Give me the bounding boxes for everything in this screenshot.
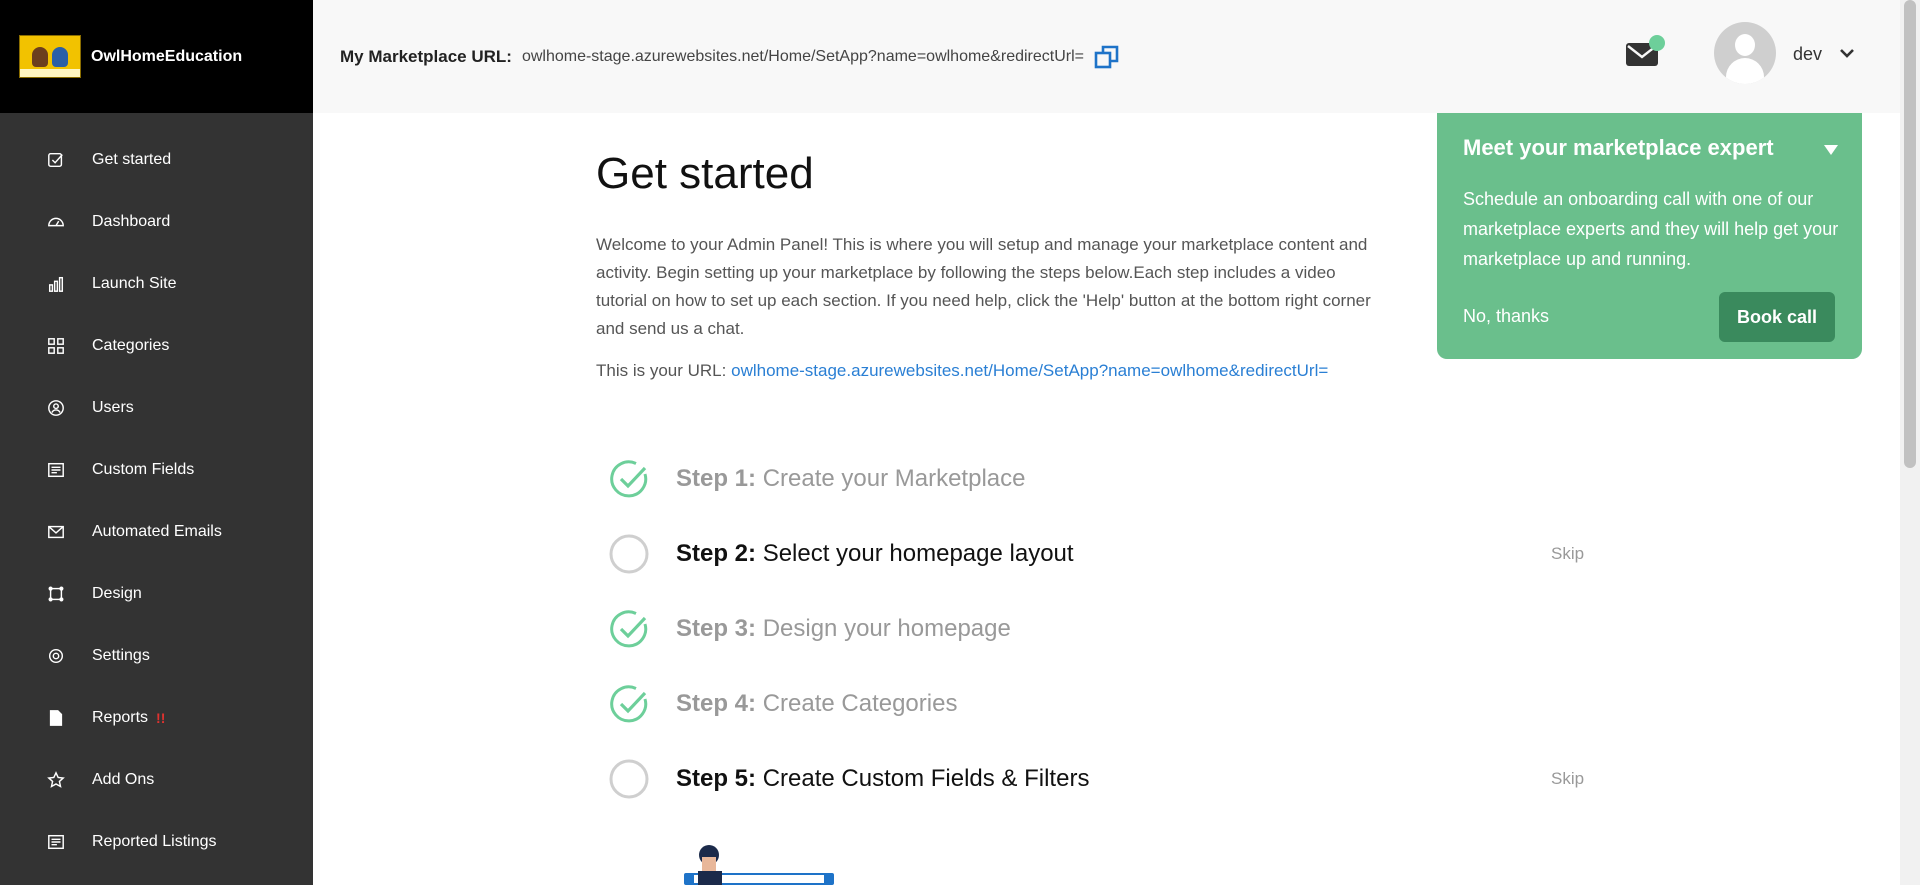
brand-name: OwlHomeEducation bbox=[91, 47, 243, 65]
your-url-line: This is your URL: owlhome-stage.azureweb… bbox=[596, 361, 1328, 381]
expert-card-text: Schedule an onboarding call with one of … bbox=[1463, 189, 1839, 269]
steps-list: Step 1: Create your Marketplace Step 2: … bbox=[608, 441, 1598, 816]
sidebar-item-reports[interactable]: Reports !! bbox=[0, 687, 313, 749]
sidebar-item-dashboard[interactable]: Dashboard bbox=[0, 191, 313, 253]
document-icon bbox=[46, 708, 66, 728]
sidebar-item-label: Get started bbox=[92, 151, 172, 168]
grid-icon bbox=[46, 336, 66, 356]
sidebar-item-custom-fields[interactable]: Custom Fields bbox=[0, 439, 313, 501]
alert-badge: !! bbox=[156, 710, 166, 726]
step-label: Step 3: Design your homepage bbox=[676, 614, 1011, 642]
sidebar-item-label: Settings bbox=[92, 647, 150, 664]
onboarding-illustration bbox=[680, 843, 840, 885]
scrollbar-thumb[interactable] bbox=[1904, 0, 1916, 468]
sidebar-item-label: Custom Fields bbox=[92, 461, 195, 478]
star-icon bbox=[46, 770, 66, 790]
sidebar-item-label: Users bbox=[92, 399, 134, 416]
form-icon bbox=[46, 832, 66, 852]
sidebar-item-label: Reported Listings bbox=[92, 833, 217, 850]
avatar[interactable] bbox=[1714, 22, 1776, 84]
notification-dot bbox=[1649, 35, 1665, 51]
sidebar-item-label: Reports bbox=[92, 709, 149, 726]
sidebar-item-users[interactable]: Users bbox=[0, 377, 313, 439]
step-1[interactable]: Step 1: Create your Marketplace bbox=[608, 441, 1598, 516]
check-circle-icon bbox=[608, 458, 650, 500]
brand[interactable]: OwlHomeEducation bbox=[0, 0, 313, 113]
intro-text: Welcome to your Admin Panel! This is whe… bbox=[596, 235, 1371, 338]
crop-icon bbox=[46, 584, 66, 604]
no-thanks-button[interactable]: No, thanks bbox=[1463, 306, 1549, 327]
sidebar: OwlHomeEducation Get started Dashboard L… bbox=[0, 0, 313, 885]
your-url-prefix: This is your URL: bbox=[596, 361, 727, 380]
step-label: Step 1: Create your Marketplace bbox=[676, 464, 1026, 492]
sidebar-item-label: Launch Site bbox=[92, 275, 177, 292]
sidebar-item-reported-listings[interactable]: Reported Listings bbox=[0, 811, 313, 873]
sidebar-item-settings[interactable]: Settings bbox=[0, 625, 313, 687]
sidebar-item-add-ons[interactable]: Add Ons bbox=[0, 749, 313, 811]
marketplace-url-label: My Marketplace URL: bbox=[340, 46, 512, 66]
check-circle-icon bbox=[608, 683, 650, 725]
step-label: Step 5: Create Custom Fields & Filters bbox=[676, 764, 1090, 792]
envelope-icon bbox=[46, 522, 66, 542]
step-5[interactable]: Step 5: Create Custom Fields & Filters S… bbox=[608, 741, 1598, 816]
top-bar: My Marketplace URL: owlhome-stage.azurew… bbox=[313, 0, 1900, 113]
check-circle-icon bbox=[608, 608, 650, 650]
step-label: Step 4: Create Categories bbox=[676, 689, 958, 717]
step-4[interactable]: Step 4: Create Categories bbox=[608, 666, 1598, 741]
sidebar-item-get-started[interactable]: Get started bbox=[0, 129, 313, 191]
sidebar-item-launch-site[interactable]: Launch Site bbox=[0, 253, 313, 315]
sidebar-item-label: Add Ons bbox=[92, 771, 155, 788]
user-circle-icon bbox=[46, 398, 66, 418]
sidebar-item-design[interactable]: Design bbox=[0, 563, 313, 625]
empty-circle-icon bbox=[608, 758, 650, 800]
expert-card-title: Meet your marketplace expert bbox=[1463, 135, 1774, 160]
form-icon bbox=[46, 460, 66, 480]
step-label: Step 2: Select your homepage layout bbox=[676, 539, 1074, 567]
empty-circle-icon bbox=[608, 533, 650, 575]
sidebar-item-automated-emails[interactable]: Automated Emails bbox=[0, 501, 313, 563]
copy-icon[interactable] bbox=[1093, 43, 1121, 71]
user-name[interactable]: dev bbox=[1793, 44, 1822, 65]
skip-button[interactable]: Skip bbox=[1551, 769, 1584, 789]
page-title: Get started bbox=[596, 149, 814, 198]
launch-banner-partial bbox=[990, 873, 1490, 885]
marketplace-url-value: owlhome-stage.azurewebsites.net/Home/Set… bbox=[521, 47, 1084, 65]
skip-button[interactable]: Skip bbox=[1551, 544, 1584, 564]
sidebar-item-categories[interactable]: Categories bbox=[0, 315, 313, 377]
book-call-button[interactable]: Book call bbox=[1719, 292, 1835, 342]
sidebar-item-label: Categories bbox=[92, 337, 170, 354]
brand-logo bbox=[19, 35, 81, 78]
step-2[interactable]: Step 2: Select your homepage layout Skip bbox=[608, 516, 1598, 591]
sidebar-item-label: Design bbox=[92, 585, 142, 602]
gauge-icon bbox=[46, 212, 66, 232]
sidebar-item-label: Dashboard bbox=[92, 213, 171, 230]
caret-down-icon[interactable] bbox=[1823, 143, 1839, 155]
check-square-icon bbox=[46, 150, 66, 170]
scrollbar[interactable] bbox=[1900, 0, 1920, 885]
sidebar-nav: Get started Dashboard Launch Site Catego… bbox=[0, 113, 313, 873]
step-3[interactable]: Step 3: Design your homepage bbox=[608, 591, 1598, 666]
bar-chart-icon bbox=[46, 274, 66, 294]
your-url-link[interactable]: owlhome-stage.azurewebsites.net/Home/Set… bbox=[731, 361, 1328, 380]
expert-card: Meet your marketplace expert Schedule an… bbox=[1437, 113, 1862, 359]
chevron-down-icon[interactable] bbox=[1839, 46, 1855, 58]
sidebar-item-label: Automated Emails bbox=[92, 523, 222, 540]
gear-icon bbox=[46, 646, 66, 666]
